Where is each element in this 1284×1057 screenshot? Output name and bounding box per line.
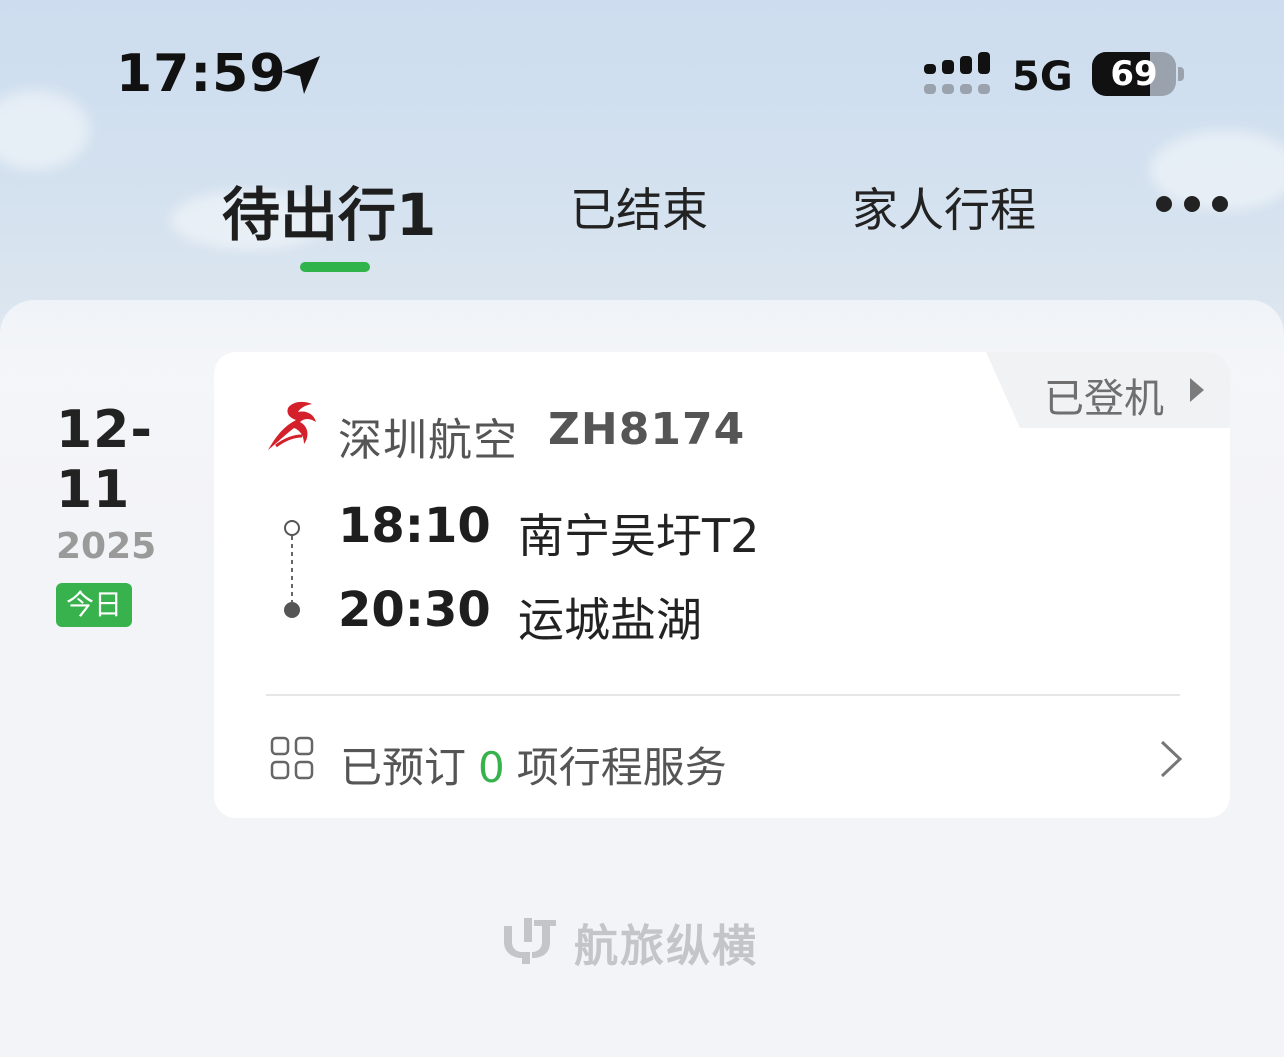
brand-logo-icon xyxy=(504,918,556,964)
booked-services-row[interactable]: 已预订 0 项行程服务 xyxy=(340,734,727,795)
status-bar: 17:59 5G 69 xyxy=(0,0,1284,140)
departure-time: 18:10 xyxy=(338,498,491,554)
status-arrow-icon xyxy=(1190,378,1204,402)
trip-tabs: 待出行1 已结束 家人行程 xyxy=(0,160,1284,280)
brand-name: 航旅纵横 xyxy=(574,921,758,972)
flight-number: ZH8174 xyxy=(548,404,746,455)
departure-airport: 南宁吴圩T2 xyxy=(518,509,760,563)
services-suffix: 项行程服务 xyxy=(516,743,727,792)
today-badge: 今日 xyxy=(56,583,133,627)
location-arrow-icon xyxy=(282,56,320,94)
more-dots-icon[interactable] xyxy=(1156,196,1228,214)
battery-cap xyxy=(1178,67,1184,81)
chevron-right-icon[interactable] xyxy=(1156,738,1186,780)
flight-card[interactable]: 已登机 深圳航空 ZH8174 18:10 南宁吴圩T2 20:30 运城盐湖 … xyxy=(214,352,1230,818)
cellular-signal-icon xyxy=(924,52,990,94)
card-divider xyxy=(266,694,1180,696)
network-type: 5G xyxy=(1012,54,1073,100)
services-prefix: 已预订 xyxy=(340,743,467,792)
boarding-status-label[interactable]: 已登机 xyxy=(1044,366,1164,424)
trip-date: 12-11 2025 今日 xyxy=(56,400,206,627)
trip-date-day: 12-11 xyxy=(56,400,153,520)
arrival-airport: 运城盐湖 xyxy=(518,593,702,647)
battery-percent: 69 xyxy=(1110,54,1158,94)
trip-date-year: 2025 xyxy=(56,526,157,567)
status-time: 17:59 xyxy=(116,44,287,104)
route-line-icon xyxy=(284,520,300,618)
shenzhen-airlines-logo xyxy=(268,401,316,450)
app-brand-watermark: 航旅纵横 xyxy=(500,908,790,972)
arrival-time: 20:30 xyxy=(338,582,491,638)
battery-icon: 69 xyxy=(1092,52,1184,96)
grid-icon xyxy=(270,736,314,780)
tab-ended[interactable]: 已结束 xyxy=(570,174,708,240)
tab-family-trips[interactable]: 家人行程 xyxy=(852,174,1036,240)
services-count: 0 xyxy=(478,743,505,792)
tab-upcoming[interactable]: 待出行1 xyxy=(222,168,436,252)
airline-name: 深圳航空 xyxy=(338,415,518,466)
active-tab-indicator xyxy=(300,262,370,272)
battery-body: 69 xyxy=(1092,52,1176,96)
